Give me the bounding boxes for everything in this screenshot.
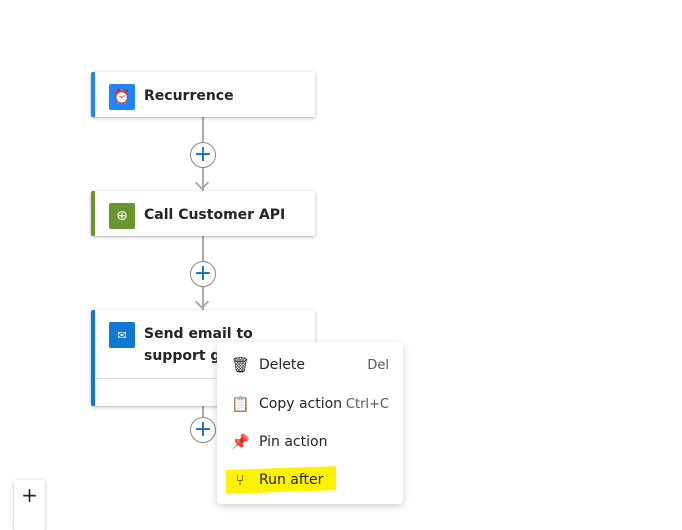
arrow-down-icon — [194, 294, 210, 310]
menu-item-pin-action[interactable]: 📌 Pin action — [217, 427, 403, 457]
card-title: Recurrence — [144, 88, 234, 104]
card-call-customer-api[interactable]: ⊕ Call Customer API — [91, 191, 315, 236]
menu-label: Delete — [259, 357, 305, 373]
card-recurrence[interactable]: ⏰ Recurrence — [91, 72, 315, 117]
add-step-button[interactable]: + — [190, 417, 216, 443]
menu-item-run-after[interactable]: ⑂ Run after — [217, 465, 403, 495]
shortcut: Ctrl+C — [345, 396, 389, 412]
shortcut: Del — [367, 357, 389, 373]
arrow-down-icon — [194, 175, 210, 191]
menu-label: Pin action — [259, 434, 328, 450]
add-step-button[interactable]: + — [190, 142, 216, 168]
alarm-clock-icon: ⏰ — [109, 84, 135, 110]
pin-icon: 📌 — [231, 433, 250, 451]
outlook-icon: ✉ — [109, 322, 135, 348]
menu-item-delete[interactable]: 🗑 Delete Del — [217, 350, 403, 380]
clipboard-icon: 📋 — [231, 395, 250, 413]
trash-icon: 🗑 — [231, 356, 251, 374]
branch-icon: ⑂ — [235, 471, 245, 489]
context-menu: 🗑 Delete Del 📋 Copy action Ctrl+C 📌 Pin … — [217, 342, 403, 504]
menu-label: Copy action — [259, 396, 343, 412]
globe-icon: ⊕ — [109, 203, 135, 229]
add-step-button[interactable]: + — [190, 261, 216, 287]
menu-label: Run after — [259, 472, 324, 488]
card-title: Call Customer API — [144, 207, 286, 223]
menu-item-copy-action[interactable]: 📋 Copy action Ctrl+C — [217, 389, 403, 419]
